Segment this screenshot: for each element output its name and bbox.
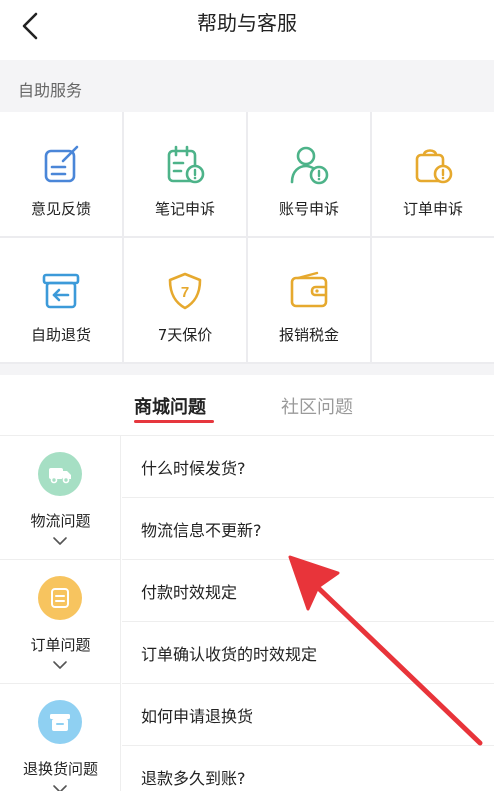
help-tabs: 商城问题 社区问题 [0,375,494,435]
category-return[interactable]: 退换货问题 [0,684,121,791]
page-title: 帮助与客服 [197,11,297,35]
question-item[interactable]: 什么时候发货? [122,436,494,498]
price-protect-button[interactable]: 7 7天保价 [124,238,246,362]
self-service-label: 自助服务 [18,81,83,100]
self-service-grid: 意见反馈 笔记申诉 账号申诉 订单申诉 自助退货 7 7天保价 报销税金 [0,112,494,364]
question-item[interactable]: 如何申请退换货 [122,684,494,746]
tab-mall-questions[interactable]: 商城问题 [134,393,206,419]
active-tab-indicator [134,420,214,423]
feedback-button[interactable]: 意见反馈 [0,112,122,236]
empty-grid-cell [372,238,494,362]
note-appeal-label: 笔记申诉 [154,200,215,218]
note-appeal-icon [167,145,205,184]
order-appeal-button[interactable]: 订单申诉 [372,112,494,236]
price-protect-shield-icon: 7 [168,272,202,310]
return-icon [38,700,82,744]
tax-reimburse-label: 报销税金 [278,326,339,344]
self-return-label: 自助退货 [30,326,91,344]
nav-bar: 帮助与客服 [0,0,494,60]
question-text: 付款时效规定 [141,583,238,602]
feedback-icon [44,145,79,183]
tab-community-questions[interactable]: 社区问题 [281,393,353,419]
question-text: 退款多久到账? [141,769,246,788]
return-box-icon [42,273,80,309]
question-item[interactable]: 物流信息不更新? [122,498,494,560]
category-label: 订单问题 [30,636,91,654]
account-appeal-icon [290,146,329,185]
wallet-icon [290,271,328,308]
order-appeal-icon [415,149,453,184]
question-text: 订单确认收货的时效规定 [141,645,318,664]
question-text: 物流信息不更新? [141,521,262,540]
svg-text:7: 7 [181,284,189,301]
question-item[interactable]: 付款时效规定 [122,560,494,622]
price-protect-label: 7天保价 [157,326,213,344]
question-text: 如何申请退换货 [141,707,254,726]
note-appeal-button[interactable]: 笔记申诉 [124,112,246,236]
question-text: 什么时候发货? [141,459,246,478]
category-list: 物流问题 订单问题 退换货问题 [0,436,121,791]
category-logistics[interactable]: 物流问题 [0,436,121,560]
faq-content: 物流问题 订单问题 退换货问题 什么时候发货? 物流信息不更新? 付款时效规定 … [0,435,494,791]
order-icon [38,576,82,620]
category-order[interactable]: 订单问题 [0,560,121,684]
account-appeal-button[interactable]: 账号申诉 [248,112,370,236]
tax-reimburse-button[interactable]: 报销税金 [248,238,370,362]
chevron-down-icon [53,537,67,545]
truck-icon [38,452,82,496]
feedback-label: 意见反馈 [30,200,91,218]
category-label: 物流问题 [30,512,91,530]
question-item[interactable]: 退款多久到账? [122,746,494,791]
account-appeal-label: 账号申诉 [278,200,339,218]
chevron-down-icon [53,661,67,669]
self-return-button[interactable]: 自助退货 [0,238,122,362]
question-item[interactable]: 订单确认收货的时效规定 [122,622,494,684]
order-appeal-label: 订单申诉 [402,200,463,218]
category-label: 退换货问题 [22,760,98,778]
chevron-down-icon [53,785,67,791]
